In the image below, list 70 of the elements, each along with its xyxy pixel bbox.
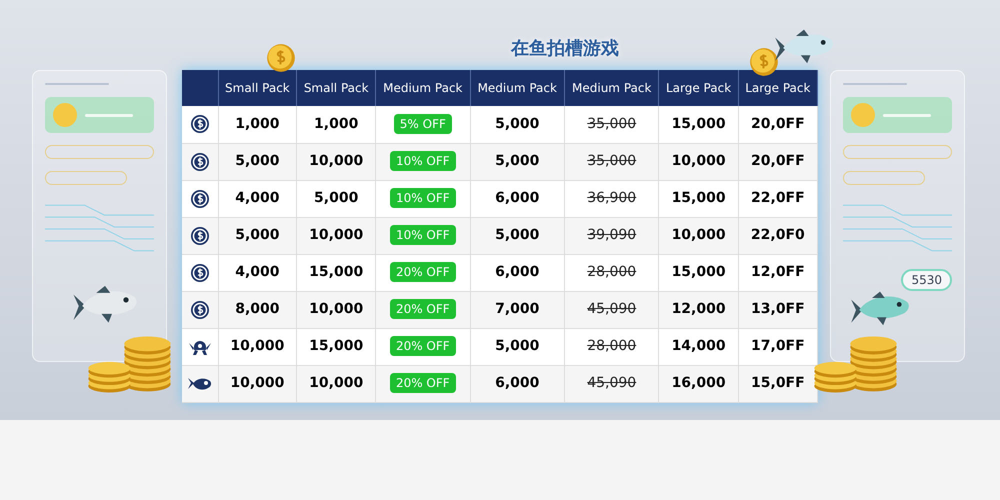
dollar-coin-icon xyxy=(190,300,210,320)
discount-badge: 20% OFF xyxy=(390,373,456,393)
table-cell: 12,0FF xyxy=(751,264,805,280)
table-cell: 10,000 xyxy=(230,338,284,354)
page-title: 在鱼拍槽游戏 xyxy=(511,37,619,61)
reading-value: 5530 xyxy=(901,269,952,291)
table-cell: 8,000 xyxy=(235,301,280,317)
discount-badge: 10% OFF xyxy=(390,188,456,208)
table-cell: 10,000 xyxy=(309,227,364,243)
coin-drawing xyxy=(265,42,297,74)
table-cell: 10,000 xyxy=(309,301,364,317)
coin-icon xyxy=(851,103,875,127)
table-cell: 15,000 xyxy=(672,190,726,206)
old-price: 35,000 xyxy=(587,116,636,132)
discount-badge: 20% OFF xyxy=(390,336,456,356)
old-price: 45,090 xyxy=(587,301,636,317)
table-cell: 6,000 xyxy=(495,190,540,206)
old-price: 36,900 xyxy=(587,190,636,206)
discount-badge: 10% OFF xyxy=(390,225,456,245)
table-cell: 22,0FF xyxy=(751,190,805,206)
table-cell: 10,000 xyxy=(672,227,726,243)
table-cell: 14,000 xyxy=(672,338,726,354)
table-cell: 4,000 xyxy=(235,264,280,280)
table-cell: 10,000 xyxy=(672,153,726,169)
coin-drawing xyxy=(748,46,780,78)
table-cell: 13,0FF xyxy=(751,301,805,317)
table-cell: 5,000 xyxy=(495,227,540,243)
placeholder-line xyxy=(85,114,133,116)
old-price: 45,090 xyxy=(587,375,636,391)
discount-badge: 20% OFF xyxy=(390,262,456,282)
table-cell: 15,0FF xyxy=(751,375,805,391)
table-cell: 15,000 xyxy=(672,264,726,280)
discount-badge: 5% OFF xyxy=(394,114,452,134)
dollar-coin-icon xyxy=(190,226,210,246)
table-cell: 7,000 xyxy=(495,301,540,317)
table-cell: 5,000 xyxy=(495,153,540,169)
table-cell: 20,0FF xyxy=(751,116,805,132)
table-cell: 5,000 xyxy=(235,153,280,169)
old-price: 35,000 xyxy=(587,153,636,169)
table-cell: 6,000 xyxy=(495,375,540,391)
table-cell: 1,000 xyxy=(235,116,280,132)
table-cell: 10,000 xyxy=(309,375,364,391)
table-cell: 5,000 xyxy=(495,116,540,132)
dollar-coin-icon xyxy=(190,262,210,282)
dollar-coin-icon xyxy=(190,152,210,172)
table-cell: 5,000 xyxy=(235,227,280,243)
old-price: 39,090 xyxy=(587,227,636,243)
table-cell: 5,000 xyxy=(314,190,358,206)
table-cell: 6,000 xyxy=(495,264,540,280)
table-cell: 15,000 xyxy=(309,338,364,354)
table-cell: 1,000 xyxy=(314,116,358,132)
table-cell: 5,000 xyxy=(495,338,540,354)
table-cell: 12,000 xyxy=(672,301,726,317)
table-cell: 20,0FF xyxy=(751,153,805,169)
dollar-coin-icon xyxy=(190,188,210,208)
old-price: 28,000 xyxy=(587,264,636,280)
table-cell: 15,000 xyxy=(309,264,364,280)
placeholder-line xyxy=(883,114,931,116)
table-cell: 4,000 xyxy=(235,190,280,206)
dollar-coin-icon xyxy=(190,114,210,134)
coin-icon xyxy=(53,103,77,127)
discount-badge: 20% OFF xyxy=(390,299,456,319)
table-cell: 10,000 xyxy=(309,153,364,169)
table-cell: 17,0FF xyxy=(751,338,805,354)
table-cell: 22,0F0 xyxy=(750,227,805,243)
table-cell: 16,000 xyxy=(672,375,726,391)
old-price: 28,000 xyxy=(587,338,636,354)
table-cell: 10,000 xyxy=(230,375,284,391)
discount-badge: 10% OFF xyxy=(390,151,456,171)
table-cell: 15,000 xyxy=(672,116,726,132)
